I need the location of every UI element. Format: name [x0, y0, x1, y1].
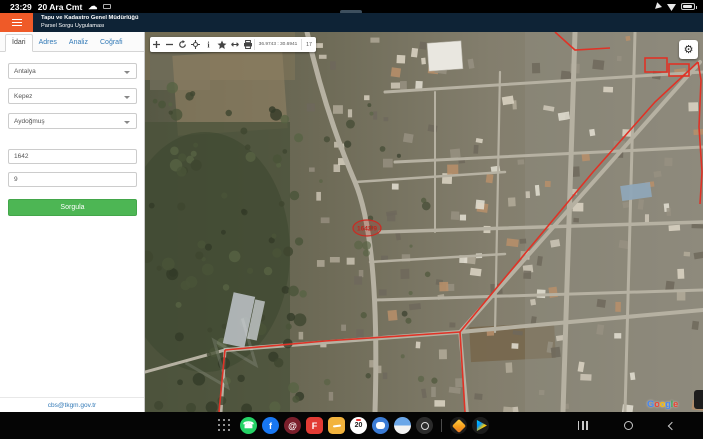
clock-text: 23:29	[10, 2, 32, 12]
calendar-day: 20	[355, 422, 363, 429]
camera-icon[interactable]	[416, 417, 433, 434]
pointer-icon	[655, 2, 663, 11]
notes-icon[interactable]	[328, 417, 345, 434]
parcel-query-form: Antalya Kepez Aydoğmuş Sorgula	[0, 52, 144, 216]
map-corner-control[interactable]	[694, 390, 703, 409]
messages-icon[interactable]	[372, 417, 389, 434]
query-submit-button[interactable]: Sorgula	[8, 199, 137, 216]
sidebar-footer: cbs@tkgm.gov.tr	[0, 397, 144, 412]
facebook-icon[interactable]: f	[262, 417, 279, 434]
tab-analiz[interactable]: Analiz	[63, 35, 94, 51]
sidebar-tabbar: İdari Adres Analiz Coğrafi	[0, 32, 144, 52]
query-sidebar: İdari Adres Analiz Coğrafi Antalya Kepez…	[0, 32, 145, 412]
neighborhood-select[interactable]: Aydoğmuş	[8, 113, 137, 129]
calendar-icon[interactable]: 20	[350, 417, 367, 434]
province-select[interactable]: Antalya	[8, 63, 137, 79]
tab-idari[interactable]: İdari	[5, 34, 33, 52]
navigation-keys	[578, 412, 675, 439]
tab-cografi[interactable]: Coğrafi	[94, 35, 129, 51]
gear-icon: ⚙	[684, 43, 694, 56]
app-title-line2: Parsel Sorgu Uygulaması	[41, 23, 138, 31]
app-drawer-button[interactable]	[218, 419, 231, 432]
wifi-icon	[667, 2, 676, 11]
favorite-button[interactable]	[215, 37, 228, 52]
dock-divider	[441, 419, 442, 432]
hamburger-icon	[12, 17, 22, 28]
chat-bubble-glyph	[376, 422, 385, 429]
play-triangle-glyph	[476, 420, 487, 431]
hamburger-menu-button[interactable]	[0, 13, 33, 32]
map-canvas[interactable]: 1642/9	[145, 32, 703, 412]
battery-icon	[681, 3, 695, 10]
weather-cloud-icon: ☁	[88, 2, 97, 11]
google-attribution-logo: Google	[647, 399, 678, 410]
whatsapp-icon[interactable]: ☎	[240, 417, 257, 434]
notes-glyph	[332, 424, 340, 427]
refresh-button[interactable]	[176, 37, 189, 52]
android-taskbar: ☎ f @ F 20	[0, 412, 703, 439]
map-toolbar: i 36.9743 : 30.6941 17	[150, 37, 316, 52]
contact-email-link[interactable]: cbs@tkgm.gov.tr	[48, 402, 96, 409]
print-button[interactable]	[241, 37, 254, 52]
coordinates-readout: 36.9743 : 30.6941	[255, 42, 301, 47]
home-circle-glyph	[624, 421, 633, 430]
app-dock: ☎ f @ F 20	[218, 412, 489, 439]
recents-button[interactable]	[578, 421, 588, 430]
parcel-highlight-stamp: 1642/9	[353, 220, 381, 236]
info-button[interactable]: i	[202, 37, 215, 52]
parcel-number-input[interactable]	[8, 172, 137, 187]
zoom-level-readout: 17	[302, 42, 316, 48]
svg-text:i: i	[207, 41, 210, 50]
map-settings-button[interactable]: ⚙	[679, 40, 698, 59]
date-text: 20 Ara Cmt	[38, 2, 83, 12]
galaxy-store-icon[interactable]	[450, 417, 467, 434]
zoom-out-button[interactable]	[163, 37, 176, 52]
home-button[interactable]	[624, 421, 633, 430]
back-chevron-glyph	[668, 421, 676, 429]
measure-button[interactable]	[228, 37, 241, 52]
camera-lens-glyph	[421, 422, 429, 430]
app-title: Tapu ve Kadastro Genel Müdürlüğü Parsel …	[41, 15, 138, 30]
back-button[interactable]	[669, 423, 675, 429]
browser-icon[interactable]	[394, 417, 411, 434]
store-diamond-glyph	[451, 418, 465, 432]
satellite-imagery: 1642/9	[145, 32, 703, 412]
block-number-input[interactable]	[8, 149, 137, 164]
flipboard-icon[interactable]: F	[306, 417, 323, 434]
zoom-in-button[interactable]	[150, 37, 163, 52]
app-title-line1: Tapu ve Kadastro Genel Müdürlüğü	[41, 15, 138, 23]
tab-adres[interactable]: Adres	[33, 35, 63, 51]
svg-text:1642/9: 1642/9	[357, 226, 377, 233]
center-map-button[interactable]	[189, 37, 202, 52]
mail-app-icon[interactable]: @	[284, 417, 301, 434]
district-select[interactable]: Kepez	[8, 88, 137, 104]
notification-icon	[103, 4, 111, 9]
play-store-icon[interactable]	[472, 417, 489, 434]
app-header: Tapu ve Kadastro Genel Müdürlüğü Parsel …	[0, 13, 703, 32]
